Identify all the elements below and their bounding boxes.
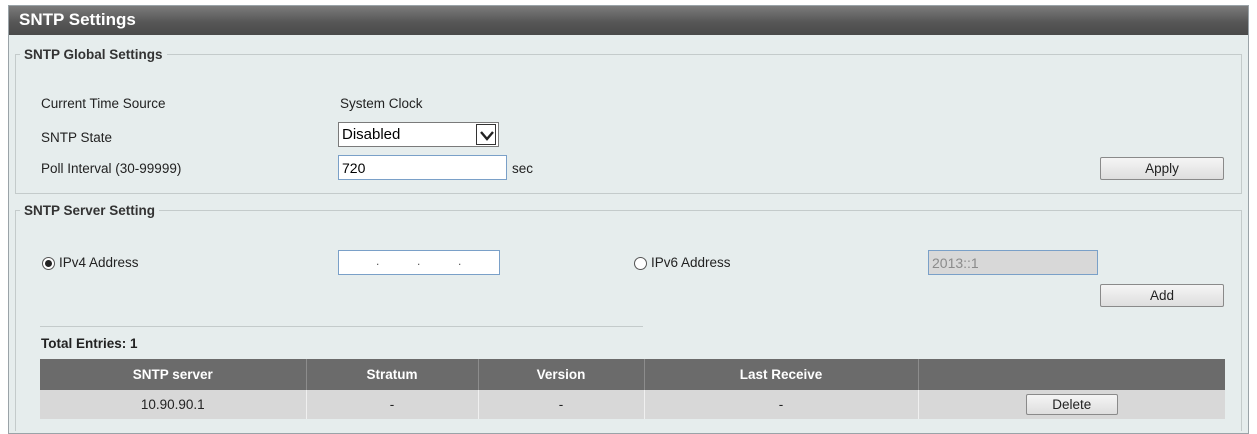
ipv6-address-input[interactable] [928,250,1098,275]
sntp-state-label: SNTP State [41,130,113,145]
table-row: 10.90.90.1 - - - Delete [40,390,1225,419]
poll-interval-unit: sec [512,161,534,176]
apply-button[interactable]: Apply [1100,157,1224,180]
page-title: SNTP Settings [9,6,1248,35]
ipv4-dot: . [458,254,462,268]
cell-server: 10.90.90.1 [40,390,307,419]
ipv4-label: IPv4 Address [59,255,139,270]
sntp-settings-panel: SNTP Settings SNTP Global Settings Curre… [8,5,1249,434]
global-settings-group: SNTP Global Settings [15,47,1242,194]
global-settings-legend: SNTP Global Settings [24,47,163,62]
col-version: Version [478,359,645,390]
delete-button[interactable]: Delete [1025,394,1118,415]
ipv4-dot: . [417,254,421,268]
ipv4-dot: . [376,254,380,268]
sntp-state-select[interactable]: Disabled [338,122,499,147]
col-stratum: Stratum [306,359,479,390]
poll-interval-input[interactable] [338,155,507,180]
poll-interval-label: Poll Interval (30-99999) [41,161,182,176]
cell-action: Delete [918,390,1225,419]
sntp-server-table: SNTP server Stratum Version Last Receive… [40,359,1225,419]
ipv4-radio[interactable] [42,257,55,270]
col-action [918,359,1225,390]
ipv4-address-input[interactable]: . . . [338,250,500,275]
time-source-value: System Clock [340,96,423,111]
table-header-row: SNTP server Stratum Version Last Receive [40,359,1225,390]
total-entries: Total Entries: 1 [41,336,138,351]
cell-stratum: - [306,390,479,419]
cell-version: - [478,390,645,419]
cell-last-receive: - [644,390,919,419]
col-sntp-server: SNTP server [40,359,307,390]
server-setting-legend: SNTP Server Setting [24,203,156,218]
col-last-receive: Last Receive [644,359,919,390]
add-button[interactable]: Add [1100,284,1224,307]
entries-divider [40,326,643,327]
ipv6-label: IPv6 Address [651,255,731,270]
ipv6-radio[interactable] [634,257,647,270]
time-source-label: Current Time Source [41,96,166,111]
